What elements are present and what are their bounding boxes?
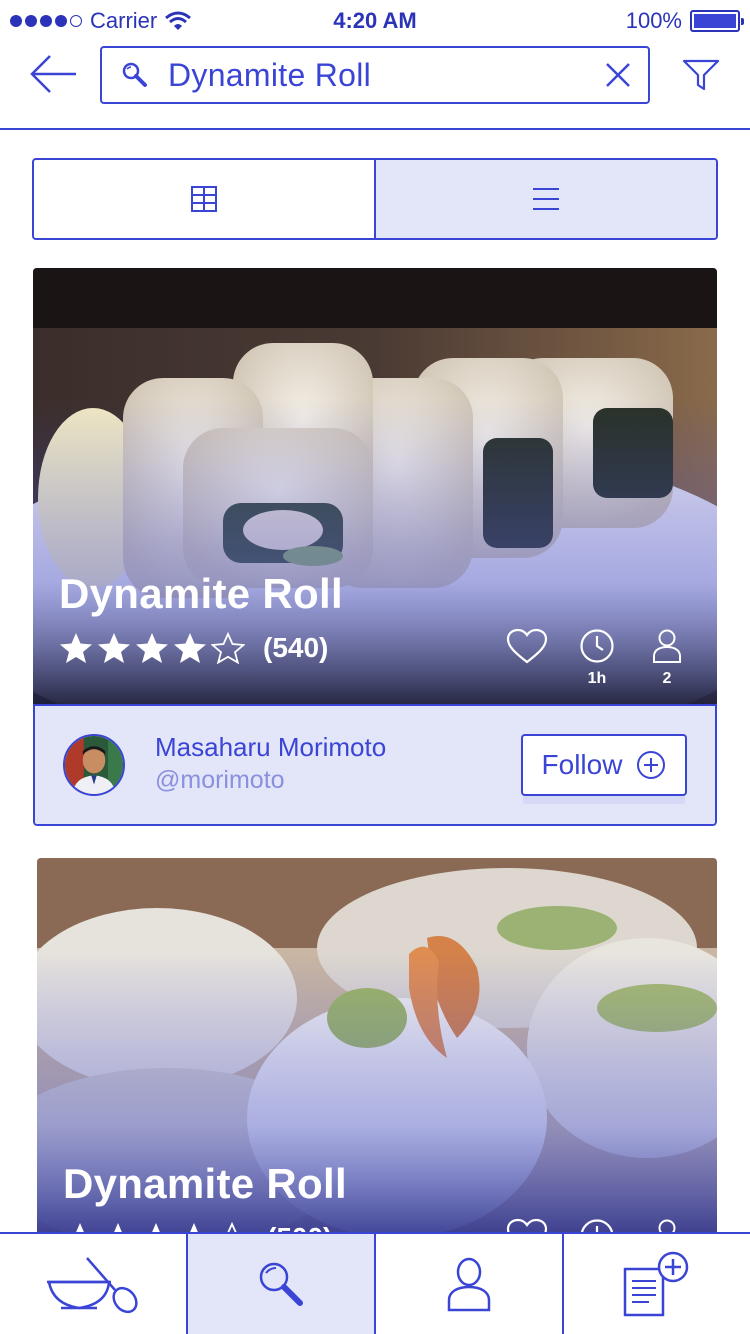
recipe-card[interactable]: Dynamite Roll (540) 1h 2 Masaharu Morimo… bbox=[33, 268, 717, 826]
plus-circle-icon bbox=[637, 751, 666, 779]
search-header: Dynamite Roll bbox=[0, 40, 750, 130]
servings-value: 2 bbox=[662, 670, 672, 687]
tab-profile[interactable] bbox=[376, 1234, 564, 1334]
filter-icon[interactable] bbox=[682, 58, 720, 92]
author-handle[interactable]: @morimoto bbox=[155, 766, 285, 795]
star-filled-icon bbox=[98, 633, 130, 663]
recipe-meta: 1h 2 bbox=[505, 628, 689, 688]
star-filled-icon bbox=[60, 633, 92, 663]
user-icon bbox=[447, 1257, 491, 1312]
rating: (540) bbox=[59, 632, 328, 664]
search-icon bbox=[122, 62, 147, 87]
back-arrow-icon[interactable] bbox=[28, 52, 78, 96]
list-view-button[interactable] bbox=[374, 160, 716, 238]
status-bar: Carrier 4:20 AM 100% bbox=[0, 0, 750, 40]
cook-time: 1h bbox=[575, 628, 619, 688]
tab-search[interactable] bbox=[188, 1234, 376, 1334]
search-icon bbox=[259, 1262, 303, 1306]
follow-button[interactable]: Follow bbox=[521, 734, 687, 796]
tab-recipes[interactable] bbox=[0, 1234, 188, 1334]
follow-label: Follow bbox=[541, 749, 623, 780]
bowl-spoon-icon bbox=[47, 1257, 138, 1314]
clear-icon[interactable] bbox=[604, 61, 632, 89]
search-input[interactable]: Dynamite Roll bbox=[168, 57, 604, 94]
favorite-button[interactable] bbox=[505, 628, 549, 688]
tab-bar bbox=[0, 1232, 750, 1334]
view-toggle bbox=[32, 158, 718, 240]
battery-icon bbox=[690, 10, 744, 32]
recipe-card[interactable]: Dynamite Roll (500) bbox=[37, 858, 717, 1238]
person-icon bbox=[653, 629, 681, 663]
star-filled-icon bbox=[136, 633, 168, 663]
grid-icon bbox=[191, 186, 217, 212]
author-bar: Masaharu Morimoto @morimoto Follow bbox=[33, 704, 717, 826]
star-filled-icon bbox=[174, 633, 206, 663]
servings: 2 bbox=[645, 628, 689, 688]
cook-time-value: 1h bbox=[587, 670, 607, 687]
review-count: (540) bbox=[263, 632, 329, 663]
grid-view-button[interactable] bbox=[34, 160, 374, 238]
author-name[interactable]: Masaharu Morimoto bbox=[155, 732, 386, 763]
recipe-title: Dynamite Roll bbox=[63, 1160, 347, 1207]
list-icon bbox=[533, 188, 559, 210]
search-field[interactable]: Dynamite Roll bbox=[100, 46, 650, 104]
battery-percent: 100% bbox=[625, 8, 682, 33]
heart-icon bbox=[506, 628, 548, 664]
star-empty-icon bbox=[211, 632, 245, 664]
avatar[interactable] bbox=[63, 734, 125, 796]
clock-icon bbox=[580, 629, 614, 663]
add-recipe-icon bbox=[623, 1251, 689, 1317]
tab-add-recipe[interactable] bbox=[564, 1234, 750, 1334]
recipe-title: Dynamite Roll bbox=[59, 570, 343, 617]
